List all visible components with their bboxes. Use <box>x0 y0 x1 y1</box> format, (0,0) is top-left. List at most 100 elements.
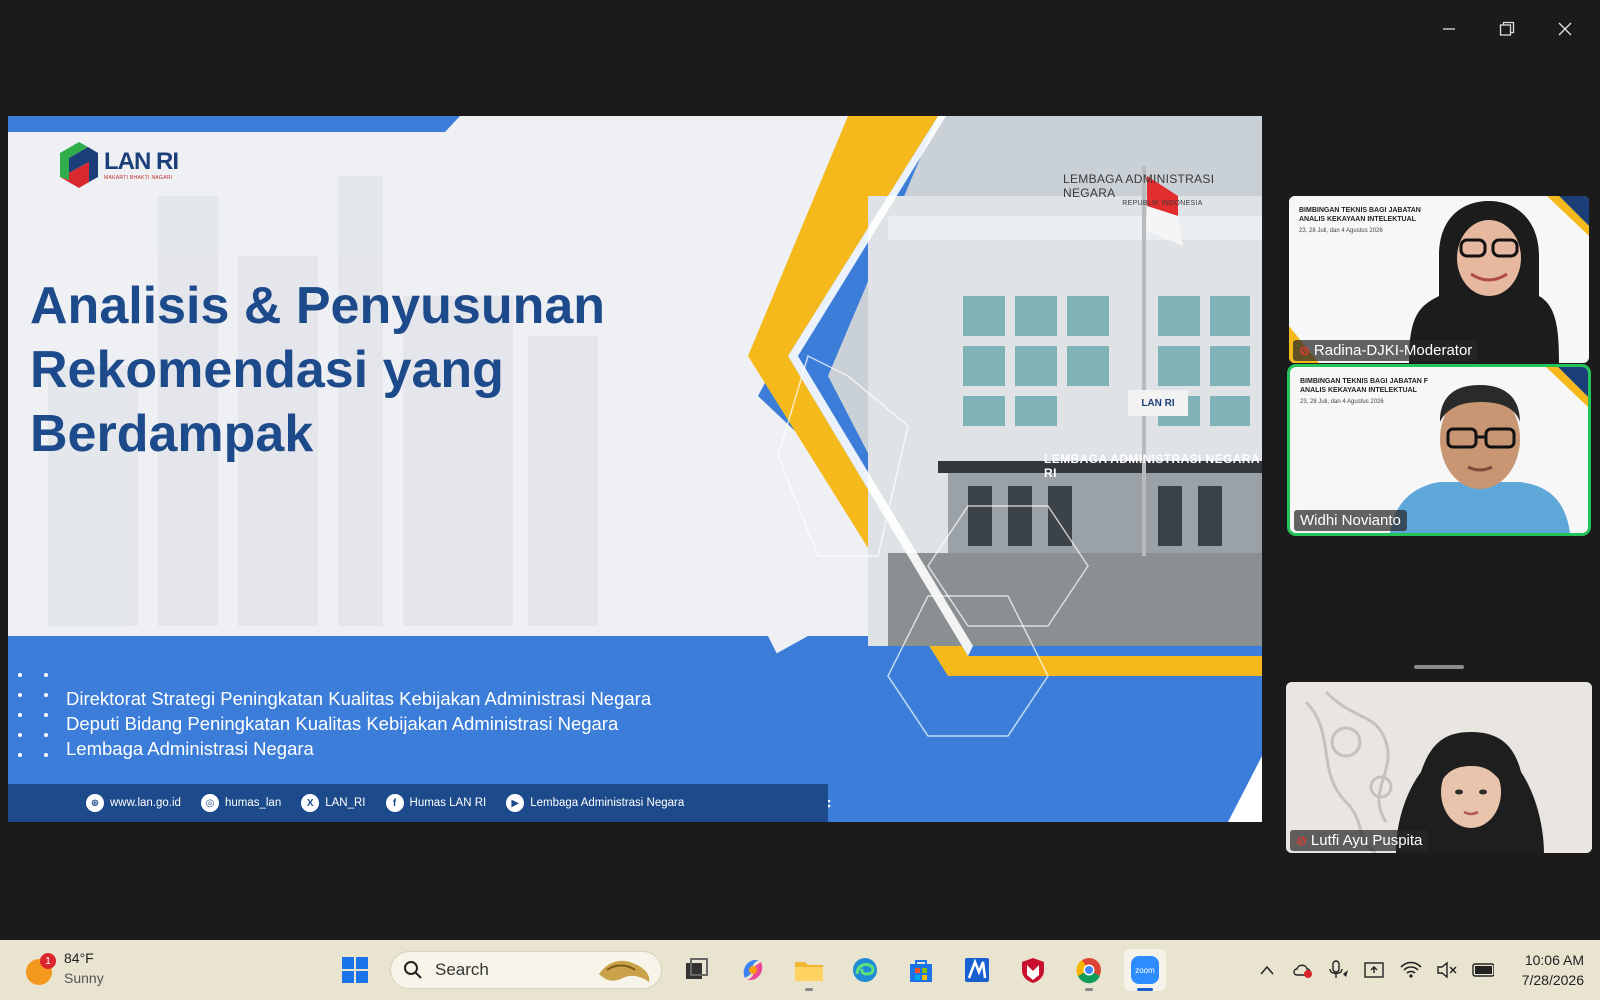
decorative-dots <box>18 673 58 763</box>
slide-title-line: Rekomendasi yang <box>30 341 504 399</box>
notification-badge: 1 <box>40 953 56 969</box>
microphone-in-use-button[interactable] <box>1328 959 1350 981</box>
thumb-title-line: BIMBINGAN TEKNIS BAGI JABATAN F <box>1300 378 1429 385</box>
youtube-icon: ▶ <box>506 794 525 812</box>
weather-temp: 84°F <box>64 950 94 966</box>
participant-name-label: ⊘ Lutfi Ayu Puspita <box>1290 830 1429 851</box>
social-website: ⊕ www.lan.go.id <box>86 794 181 812</box>
mcafee-button[interactable] <box>1012 949 1054 991</box>
edge-button[interactable] <box>844 949 886 991</box>
windows-taskbar: 1 84°F Sunny Search zoom 10:06 AM 7/28/2… <box>0 940 1600 1000</box>
participant-name: Radina-DJKI-Moderator <box>1313 342 1473 359</box>
file-explorer-button[interactable] <box>788 949 830 991</box>
close-button[interactable] <box>1540 14 1590 44</box>
participant-name: Widhi Novianto <box>1300 512 1401 529</box>
shared-screen-slide: LEMBAGA ADMINISTRASI NEGARA REPUBLIK IND… <box>8 116 1262 822</box>
battery-icon <box>1472 963 1494 977</box>
lan-ri-logo-icon <box>60 142 98 188</box>
show-hidden-icons-button[interactable] <box>1256 959 1278 981</box>
cloud-sync-error-button[interactable] <box>1292 959 1314 981</box>
taskbar-clock[interactable]: 10:06 AM 7/28/2026 <box>1522 950 1584 990</box>
social-label: humas_lan <box>224 797 282 809</box>
wifi-icon <box>1400 961 1422 978</box>
copilot-button[interactable] <box>732 949 774 991</box>
instagram-icon: ◎ <box>200 794 219 812</box>
participant-name: Lutfi Ayu Puspita <box>1310 832 1423 849</box>
building-logo-text: LAN RI <box>1141 397 1175 409</box>
globe-icon: ⊕ <box>86 794 104 812</box>
clock-time: 10:06 AM <box>1524 952 1584 968</box>
svg-text:zoom: zoom <box>1135 966 1155 975</box>
weather-widget[interactable]: 1 84°F Sunny <box>24 948 104 988</box>
subtitle-line: Lembaga Administrasi Negara <box>66 738 314 759</box>
screen-share-tray-button[interactable] <box>1364 959 1386 981</box>
participant-name-label: ⊘ Radina-DJKI-Moderator <box>1293 340 1479 361</box>
restore-icon <box>1499 21 1515 36</box>
thumb-title-line: ANALIS KEKAYAAN INTELEKTUAL <box>1299 216 1416 223</box>
volume-button[interactable] <box>1436 959 1458 981</box>
slide-title: Analisis & Penyusunan Rekomendasi yang B… <box>30 274 670 466</box>
minimize-icon <box>1443 28 1455 30</box>
participant-video-tile-active[interactable]: BIMBINGAN TEKNIS BAGI JABATAN F ANALIS K… <box>1287 364 1591 536</box>
taskbar-apps: Search zoom <box>334 940 1166 1000</box>
start-button[interactable] <box>334 949 376 991</box>
social-label: LAN_RI <box>325 797 366 809</box>
microphone-icon <box>1329 960 1348 978</box>
subtitle-line: Direktorat Strategi Peningkatan Kualitas… <box>66 688 652 709</box>
app-button[interactable] <box>956 949 998 991</box>
battery-button[interactable] <box>1472 959 1494 981</box>
thumb-title-line: ANALIS KEKAYAAN INTELEKTUAL <box>1300 387 1417 394</box>
participant-video-tile[interactable]: BIMBINGAN TEKNIS BAGI JABATAN ANALIS KEK… <box>1289 196 1589 363</box>
lan-ri-logo: LAN RI MAKARTI BHAKTI NAGARI <box>58 140 179 190</box>
chevron-up-icon <box>1260 965 1274 975</box>
wifi-button[interactable] <box>1400 959 1422 981</box>
participant-name-label: Widhi Novianto <box>1294 510 1407 531</box>
social-label: Lembaga Administrasi Negara <box>530 797 685 809</box>
slide-subtitles: Direktorat Strategi Peningkatan Kualitas… <box>66 686 651 761</box>
system-tray: 10:06 AM 7/28/2026 <box>1256 940 1590 1000</box>
window-controls <box>1424 14 1590 44</box>
mic-muted-icon: ⊘ <box>1296 832 1307 848</box>
social-facebook: f Humas LAN RI <box>385 794 487 812</box>
copilot-icon <box>743 960 763 980</box>
social-instagram: ◎ humas_lan <box>200 794 282 812</box>
social-label: Humas LAN RI <box>409 797 487 809</box>
mic-muted-icon: ⊘ <box>1299 342 1310 358</box>
facebook-icon: f <box>385 794 404 812</box>
social-x: X LAN_RI <box>301 794 366 812</box>
edge-icon <box>853 958 877 982</box>
building-top-sign-sub: REPUBLIK INDONESIA <box>1122 200 1203 207</box>
minimize-button[interactable] <box>1424 14 1474 44</box>
slide-title-line: Berdampak <box>30 405 314 463</box>
thumb-title-line: BIMBINGAN TEKNIS BAGI JABATAN <box>1299 207 1421 214</box>
zoom-button[interactable]: zoom <box>1124 949 1166 991</box>
tile-slide-thumbnail: BIMBINGAN TEKNIS BAGI JABATAN ANALIS KEK… <box>1299 206 1499 234</box>
volume-muted-icon <box>1437 961 1457 979</box>
taskbar-search-input[interactable]: Search <box>390 951 662 989</box>
building-top-sign: LEMBAGA ADMINISTRASI NEGARA REPUBLIK IND… <box>1063 172 1262 207</box>
cloud-error-icon <box>1293 964 1312 978</box>
building-logo: LAN RI <box>1128 390 1188 416</box>
chrome-icon <box>1076 958 1101 984</box>
restore-button[interactable] <box>1482 14 1532 44</box>
zoom-icon: zoom <box>1131 956 1159 984</box>
gallery-drag-handle[interactable] <box>1414 665 1464 669</box>
screen-share-icon <box>1364 962 1384 978</box>
social-footer: ⊕ www.lan.go.id ◎ humas_lan X LAN_RI f H… <box>8 784 828 822</box>
dragon-search-highlight-icon <box>599 960 650 982</box>
x-icon: X <box>301 794 320 812</box>
thumb-date: 23, 28 Juli, dan 4 Agustus 2026 <box>1300 399 1384 405</box>
microsoft-store-button[interactable] <box>900 949 942 991</box>
shield-icon <box>1022 958 1044 983</box>
search-placeholder: Search <box>435 960 489 979</box>
search-icon <box>404 961 422 979</box>
participant-video-tile[interactable]: ⊘ Lutfi Ayu Puspita <box>1286 682 1592 853</box>
social-youtube: ▶ Lembaga Administrasi Negara <box>506 794 684 812</box>
task-view-button[interactable] <box>676 949 718 991</box>
subtitle-line: Deputi Bidang Peningkatan Kualitas Kebij… <box>66 713 619 734</box>
tile-slide-thumbnail: BIMBINGAN TEKNIS BAGI JABATAN F ANALIS K… <box>1300 377 1500 405</box>
building-top-sign-text: LEMBAGA ADMINISTRASI NEGARA <box>1063 172 1215 200</box>
tile-background <box>1286 682 1592 853</box>
chrome-button[interactable] <box>1068 949 1110 991</box>
logo-main-text: LAN RI <box>104 147 179 175</box>
